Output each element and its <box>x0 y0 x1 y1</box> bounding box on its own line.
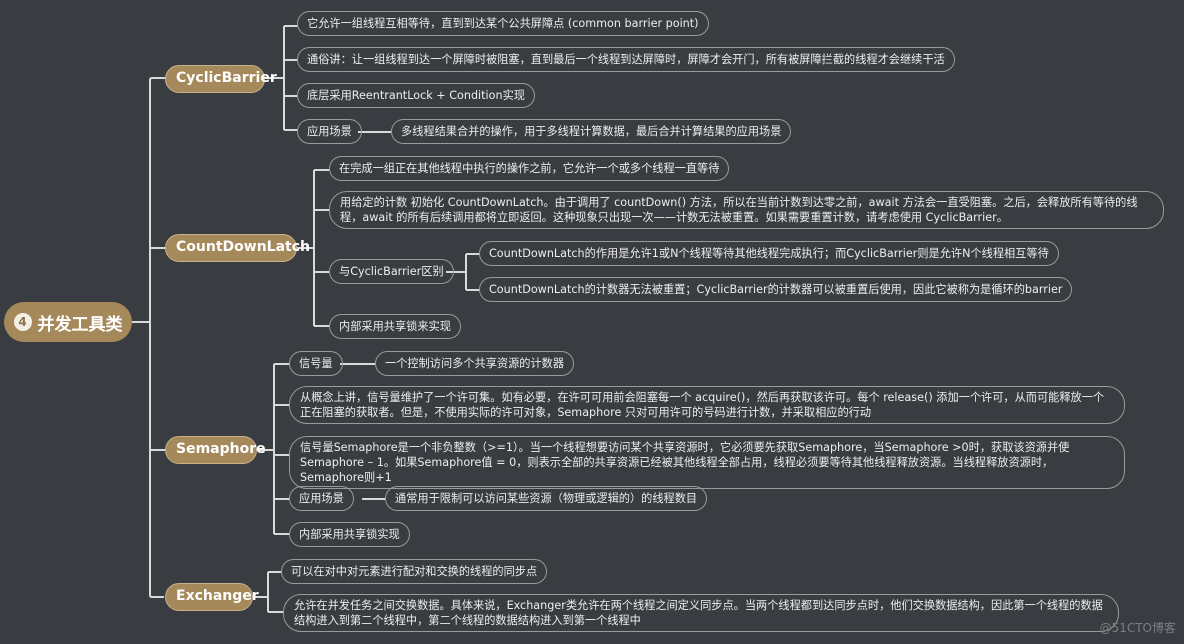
semaphore-item-2[interactable]: 信号量Semaphore是一个非负整数（>=1）。当一个线程想要访问某个共享资源… <box>289 436 1125 489</box>
branch-semaphore[interactable]: Semaphore <box>165 436 266 464</box>
semaphore-scenario-detail[interactable]: 通常用于限制可以访问某些资源（物理或逻辑的）的线程数目 <box>385 486 708 511</box>
connector-trunk <box>149 77 166 598</box>
countdown-diff-2[interactable]: CountDownLatch的计数器无法被重置；CyclicBarrier的计数… <box>479 277 1073 302</box>
semaphore-signal-detail[interactable]: 一个控制访问多个共享资源的计数器 <box>375 351 575 376</box>
countdown-item-2[interactable]: 用给定的计数 初始化 CountDownLatch。由于调用了 countDow… <box>329 191 1164 229</box>
cyclic-scenario-detail[interactable]: 多线程结果合并的操作，用于多线程计算数据，最后合并计算结果的应用场景 <box>391 119 792 144</box>
semaphore-signal[interactable]: 信号量 <box>289 351 343 376</box>
watermark: @51CTO博客 <box>1099 621 1176 635</box>
branch-countdownlatch[interactable]: CountDownLatch <box>165 234 310 262</box>
root-number-badge: 4 <box>13 313 32 331</box>
root-node[interactable]: 4 并发工具类 <box>4 302 132 342</box>
connector-cyclic <box>264 25 392 133</box>
exchanger-item-2[interactable]: 允许在并发任务之间交换数据。具体来说，Exchanger类允许在两个线程之间定义… <box>283 594 1119 632</box>
cyclic-item-2[interactable]: 通俗讲：让一组线程到达一个屏障时被阻塞，直到最后一个线程到达屏障时，屏障才会开门… <box>297 47 955 72</box>
branch-cyclicbarrier[interactable]: CyclicBarrier <box>165 65 277 93</box>
cyclic-item-1[interactable]: 它允许一组线程互相等待，直到到达某个公共屏障点 (common barrier … <box>297 11 709 36</box>
cyclic-item-3[interactable]: 底层采用ReentrantLock + Condition实现 <box>297 83 535 108</box>
root-label: 并发工具类 <box>37 314 123 335</box>
countdown-impl[interactable]: 内部采用共享锁来实现 <box>329 314 461 339</box>
exchanger-item-1[interactable]: 可以在对中对元素进行配对和交换的线程的同步点 <box>281 559 548 584</box>
semaphore-impl[interactable]: 内部采用共享锁实现 <box>289 522 410 547</box>
countdown-diff-1[interactable]: CountDownLatch的作用是允许1或N个线程等待其他线程完成执行；而Cy… <box>479 241 1059 266</box>
countdown-item-1[interactable]: 在完成一组正在其他线程中执行的操作之前，它允许一个或多个线程一直等待 <box>329 156 730 181</box>
semaphore-scenario[interactable]: 应用场景 <box>289 486 354 511</box>
cyclic-scenario[interactable]: 应用场景 <box>297 119 362 144</box>
semaphore-item-1[interactable]: 从概念上讲，信号量维护了一个许可集。如有必要，在许可可用前会阻塞每一个 acqu… <box>289 386 1125 424</box>
countdown-diff[interactable]: 与CyclicBarrier区别 <box>329 259 454 284</box>
connector-lines <box>132 25 480 613</box>
branch-exchanger[interactable]: Exchanger <box>165 583 259 611</box>
